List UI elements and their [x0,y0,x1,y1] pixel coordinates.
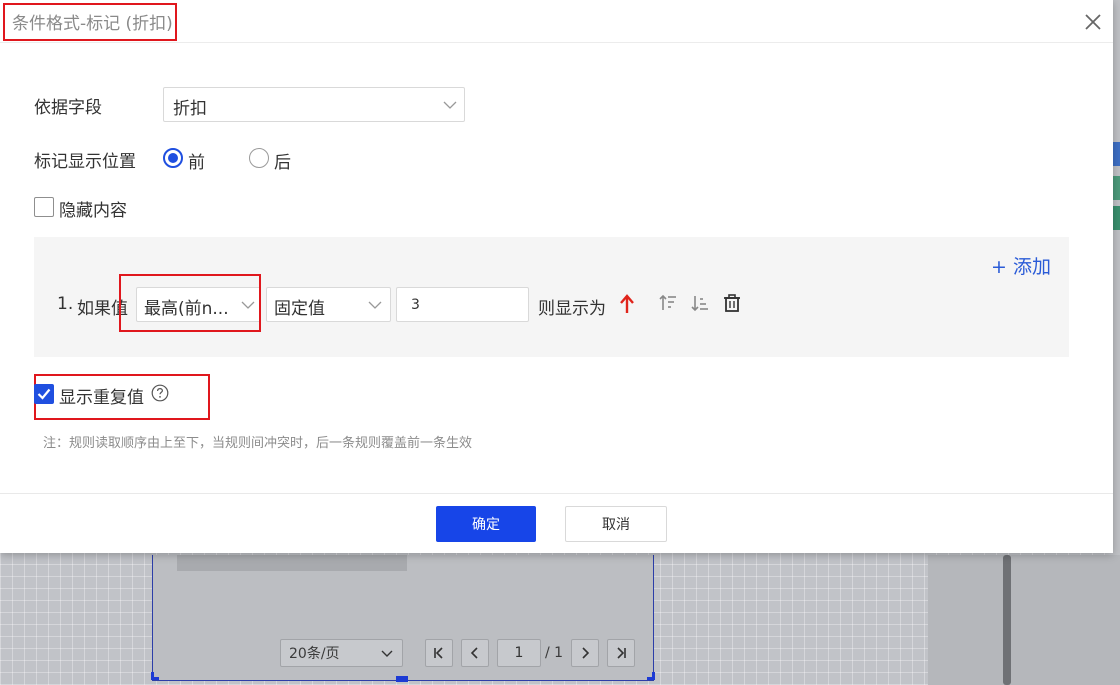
resize-handle[interactable] [647,672,655,680]
field-label: 依据字段 [34,98,102,118]
sort-asc-icon[interactable] [658,293,678,313]
note-text: 注：规则读取顺序由上至下，当规则间冲突时，后一条规则覆盖前一条生效 [43,436,473,451]
rule-value-type-select[interactable]: 固定值 [266,287,391,322]
last-page-icon [617,647,626,659]
page-total: / 1 [545,645,564,661]
next-page-button[interactable] [571,639,600,667]
first-page-button[interactable] [425,639,453,667]
background-strip-mark [1113,206,1120,230]
page-number-input[interactable]: 1 [497,639,541,667]
last-page-button[interactable] [607,639,636,667]
resize-handle[interactable] [151,672,159,680]
title-highlight-box [3,3,177,41]
show-duplicates-label: 显示重复值 [59,388,144,408]
chevron-down-icon [381,650,393,657]
checkmark-icon [37,388,51,400]
chevron-left-icon [470,647,478,659]
chevron-right-icon [582,647,590,659]
chevron-down-icon [368,301,382,309]
background-scrollbar[interactable] [1003,555,1011,685]
hide-content-checkbox[interactable] [34,197,54,217]
rule-value-type-value: 固定值 [274,299,325,319]
chevron-down-icon [443,101,457,109]
hide-content-label: 隐藏内容 [59,201,127,221]
page-size-select[interactable]: 20条/页 [280,639,403,667]
position-radio-after[interactable] [249,148,269,168]
background-table-row [177,555,407,571]
trash-icon[interactable] [722,293,742,313]
rule-then-label: 则显示为 [538,299,606,319]
sort-desc-icon[interactable] [690,293,710,313]
rule-condition-highlight-box [119,274,261,332]
prev-page-button[interactable] [461,639,489,667]
arrow-up-icon[interactable] [618,293,636,315]
close-icon[interactable] [1082,11,1104,33]
background-strip-mark [1113,176,1120,200]
background-strip-mark [1113,142,1120,166]
field-select[interactable]: 折扣 [163,87,465,122]
cancel-button[interactable]: 取消 [565,506,667,542]
show-duplicates-checkbox[interactable] [34,384,54,404]
position-radio-before[interactable] [163,148,183,168]
dialog-footer: 确定 取消 [0,493,1113,553]
background-side-panel [928,555,1120,685]
rule-value-input[interactable] [396,287,529,322]
field-select-value: 折扣 [173,99,207,119]
help-icon[interactable] [151,384,169,402]
conditional-format-dialog: 条件格式-标记 (折扣) 依据字段 折扣 标记显示位置 前 后 隐藏内容 + 添… [0,0,1113,553]
resize-handle[interactable] [396,676,408,682]
add-rule-button[interactable]: + 添加 [991,252,1051,279]
ok-button[interactable]: 确定 [436,506,536,542]
background-right-strip [1112,0,1120,555]
page-size-value: 20条/页 [289,646,340,662]
rule-index: 1. [57,294,74,314]
dialog-header: 条件格式-标记 (折扣) [0,0,1113,43]
first-page-icon [434,647,443,659]
pagination: 20条/页 1 / 1 [280,639,636,667]
position-radio-after-label: 后 [274,153,291,173]
position-radio-before-label: 前 [188,153,205,173]
position-label: 标记显示位置 [34,152,136,172]
